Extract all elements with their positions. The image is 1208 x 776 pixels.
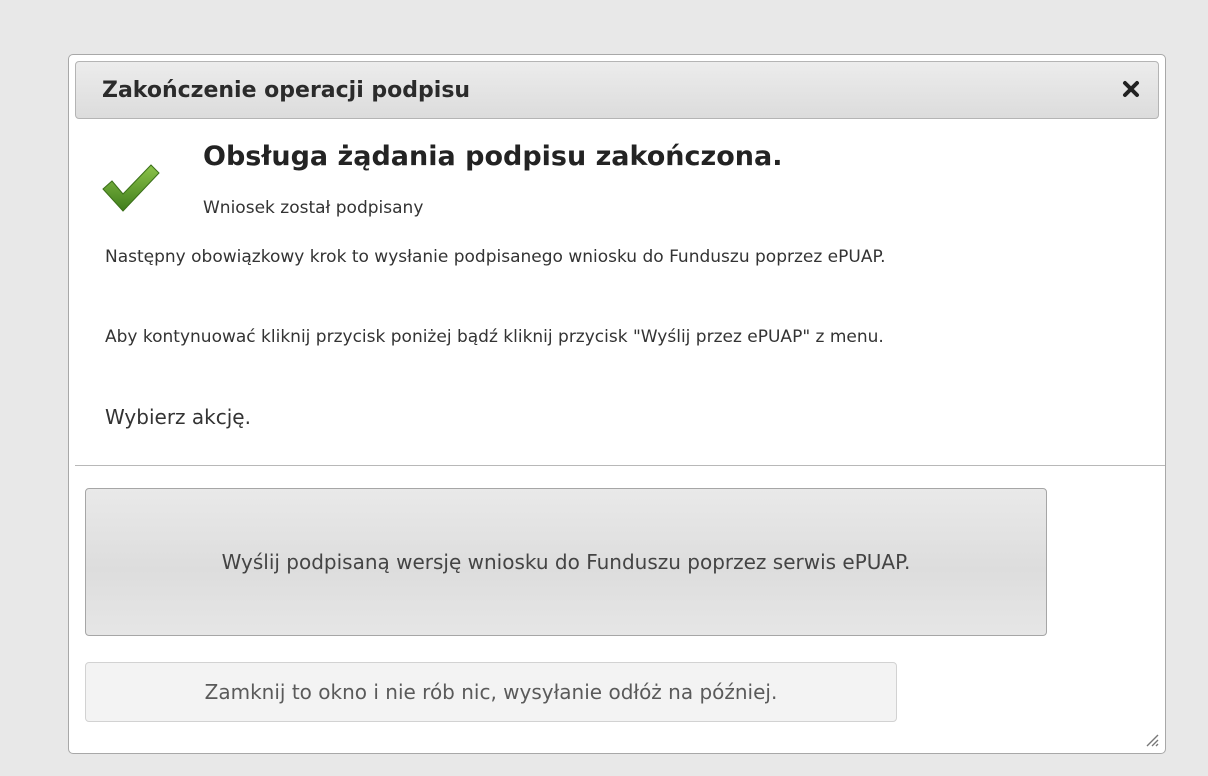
info-paragraph-continue: Aby kontynuować kliknij przycisk poniżej… xyxy=(105,327,884,347)
dialog-title: Zakończenie operacji podpisu xyxy=(102,78,471,103)
status-heading: Obsługa żądania podpisu zakończona. xyxy=(203,141,783,172)
signature-dialog: Zakończenie operacji podpisu Obsługa żąd… xyxy=(68,54,1166,754)
checkmark-icon xyxy=(102,164,160,212)
send-via-epuap-button[interactable]: Wyślij podpisaną wersję wniosku do Fundu… xyxy=(85,488,1047,636)
close-and-postpone-button[interactable]: Zamknij to okno i nie rób nic, wysyłanie… xyxy=(85,662,897,722)
close-icon[interactable] xyxy=(1121,79,1141,99)
info-paragraph-next-step: Następny obowiązkowy krok to wysłanie po… xyxy=(105,247,886,267)
resize-handle-icon[interactable] xyxy=(1143,731,1159,747)
status-subheading: Wniosek został podpisany xyxy=(203,198,424,218)
dialog-titlebar[interactable]: Zakończenie operacji podpisu xyxy=(75,61,1159,119)
action-prompt: Wybierz akcję. xyxy=(105,405,251,429)
close-button[interactable] xyxy=(1114,72,1148,106)
divider xyxy=(75,465,1165,466)
